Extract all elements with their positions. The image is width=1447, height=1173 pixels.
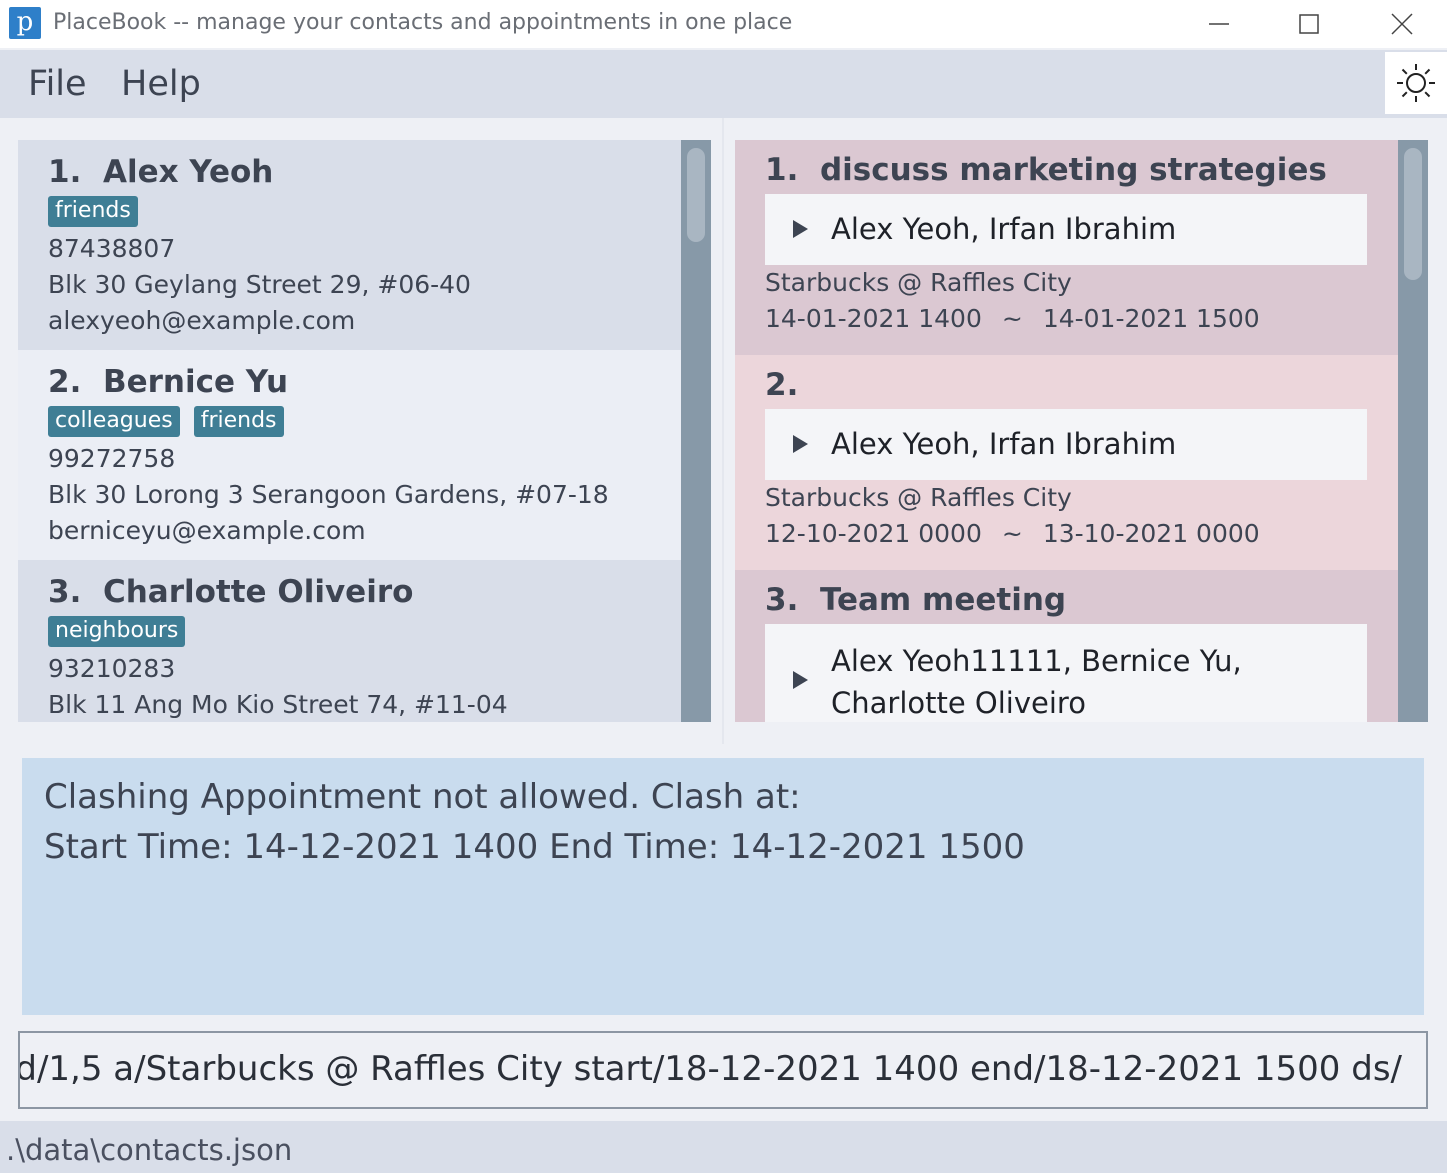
appointment-clients-dropdown[interactable]: Alex Yeoh, Irfan Ibrahim	[765, 194, 1367, 265]
appointment-list-scrollbar[interactable]	[1398, 140, 1428, 722]
expand-arrow-icon[interactable]	[793, 435, 808, 453]
menu-help[interactable]: Help	[121, 64, 201, 104]
person-email: alexyeoh@example.com	[48, 306, 356, 335]
maximize-button[interactable]	[1264, 0, 1354, 48]
appointment-clients-dropdown[interactable]: Alex Yeoh11111, Bernice Yu, Charlotte Oli…	[765, 624, 1367, 722]
expand-arrow-icon[interactable]	[793, 671, 808, 689]
theme-toggle-button[interactable]	[1385, 52, 1447, 114]
appointment-clients-dropdown[interactable]: Alex Yeoh, Irfan Ibrahim	[765, 409, 1367, 480]
appointment-card[interactable]: 1. discuss marketing strategies Alex Yeo…	[735, 140, 1398, 355]
appointment-list[interactable]: 1. discuss marketing strategies Alex Yeo…	[735, 140, 1428, 722]
person-name: 3. Charlotte Oliveiro	[48, 574, 414, 610]
sun-icon	[1397, 64, 1435, 102]
tag: friends	[193, 406, 284, 437]
close-button[interactable]	[1357, 0, 1447, 48]
scrollbar-thumb[interactable]	[1404, 148, 1422, 280]
expand-arrow-icon[interactable]	[793, 220, 808, 238]
appointment-clients: Alex Yeoh, Irfan Ibrahim	[831, 212, 1177, 246]
panel-divider	[722, 118, 724, 744]
appointment-title: 1. discuss marketing strategies	[765, 152, 1327, 188]
tag-list: friends	[48, 196, 138, 227]
tag: friends	[48, 196, 138, 227]
person-list[interactable]: 1. Alex Yeoh friends 87438807 Blk 30 Gey…	[18, 140, 711, 722]
person-card[interactable]: 2. Bernice Yu colleagues friends 9927275…	[18, 350, 681, 560]
appointment-location: Starbucks @ Raffles City	[765, 483, 1072, 512]
person-email: berniceyu@example.com	[48, 516, 366, 545]
menu-bar: File Help	[0, 50, 1447, 118]
person-card[interactable]: 1. Alex Yeoh friends 87438807 Blk 30 Gey…	[18, 140, 681, 350]
appointment-card[interactable]: 3. Team meeting Alex Yeoh11111, Bernice …	[735, 570, 1398, 722]
person-phone: 87438807	[48, 234, 176, 263]
scrollbar-thumb[interactable]	[687, 148, 705, 242]
person-name: 2. Bernice Yu	[48, 364, 289, 400]
tag: colleagues	[48, 406, 180, 437]
person-address: Blk 30 Geylang Street 29, #06-40	[48, 270, 471, 299]
menu-file[interactable]: File	[28, 64, 87, 104]
minimize-icon	[1209, 23, 1229, 25]
app-icon: p	[9, 7, 41, 39]
appointment-title: 3. Team meeting	[765, 582, 1067, 618]
title-bar: p PlaceBook -- manage your contacts and …	[0, 0, 1447, 48]
result-display: Clashing Appointment not allowed. Clash …	[22, 758, 1424, 1015]
appointment-clients: Alex Yeoh11111, Bernice Yu, Charlotte Oli…	[831, 644, 1242, 720]
maximize-icon	[1299, 14, 1319, 34]
tag-list: colleagues friends	[48, 406, 284, 437]
window-title: PlaceBook -- manage your contacts and ap…	[53, 10, 793, 35]
appointment-time: 14-01-2021 1400 ~14-01-2021 1500	[765, 304, 1260, 333]
appointment-card[interactable]: 2. Alex Yeoh, Irfan Ibrahim Starbucks @ …	[735, 355, 1398, 570]
command-input[interactable]: App id/1,5 a/Starbucks @ Raffles City st…	[18, 1031, 1428, 1109]
tag-list: neighbours	[48, 616, 186, 647]
person-name: 1. Alex Yeoh	[48, 154, 274, 190]
person-phone: 99272758	[48, 444, 176, 473]
result-line: Start Time: 14-12-2021 1400 End Time: 14…	[44, 827, 1025, 867]
person-address: Blk 11 Ang Mo Kio Street 74, #11-04	[48, 690, 508, 719]
result-line: Clashing Appointment not allowed. Clash …	[44, 777, 801, 817]
appointment-location: Starbucks @ Raffles City	[765, 268, 1072, 297]
data-file-path: .\data\contacts.json	[6, 1133, 293, 1167]
appointment-time: 12-10-2021 0000 ~13-10-2021 0000	[765, 519, 1260, 548]
command-input-text[interactable]: App id/1,5 a/Starbucks @ Raffles City st…	[20, 1049, 1402, 1089]
person-list-scrollbar[interactable]	[681, 140, 711, 722]
appointment-title: 2.	[765, 367, 799, 403]
appointment-clients: Alex Yeoh, Irfan Ibrahim	[831, 427, 1177, 461]
tag: neighbours	[48, 616, 186, 647]
person-phone: 93210283	[48, 654, 176, 683]
minimize-button[interactable]	[1174, 0, 1264, 48]
status-bar: .\data\contacts.json	[0, 1121, 1447, 1173]
close-icon	[1391, 13, 1413, 35]
person-card[interactable]: 3. Charlotte Oliveiro neighbours 9321028…	[18, 560, 681, 722]
person-address: Blk 30 Lorong 3 Serangoon Gardens, #07-1…	[48, 480, 609, 509]
